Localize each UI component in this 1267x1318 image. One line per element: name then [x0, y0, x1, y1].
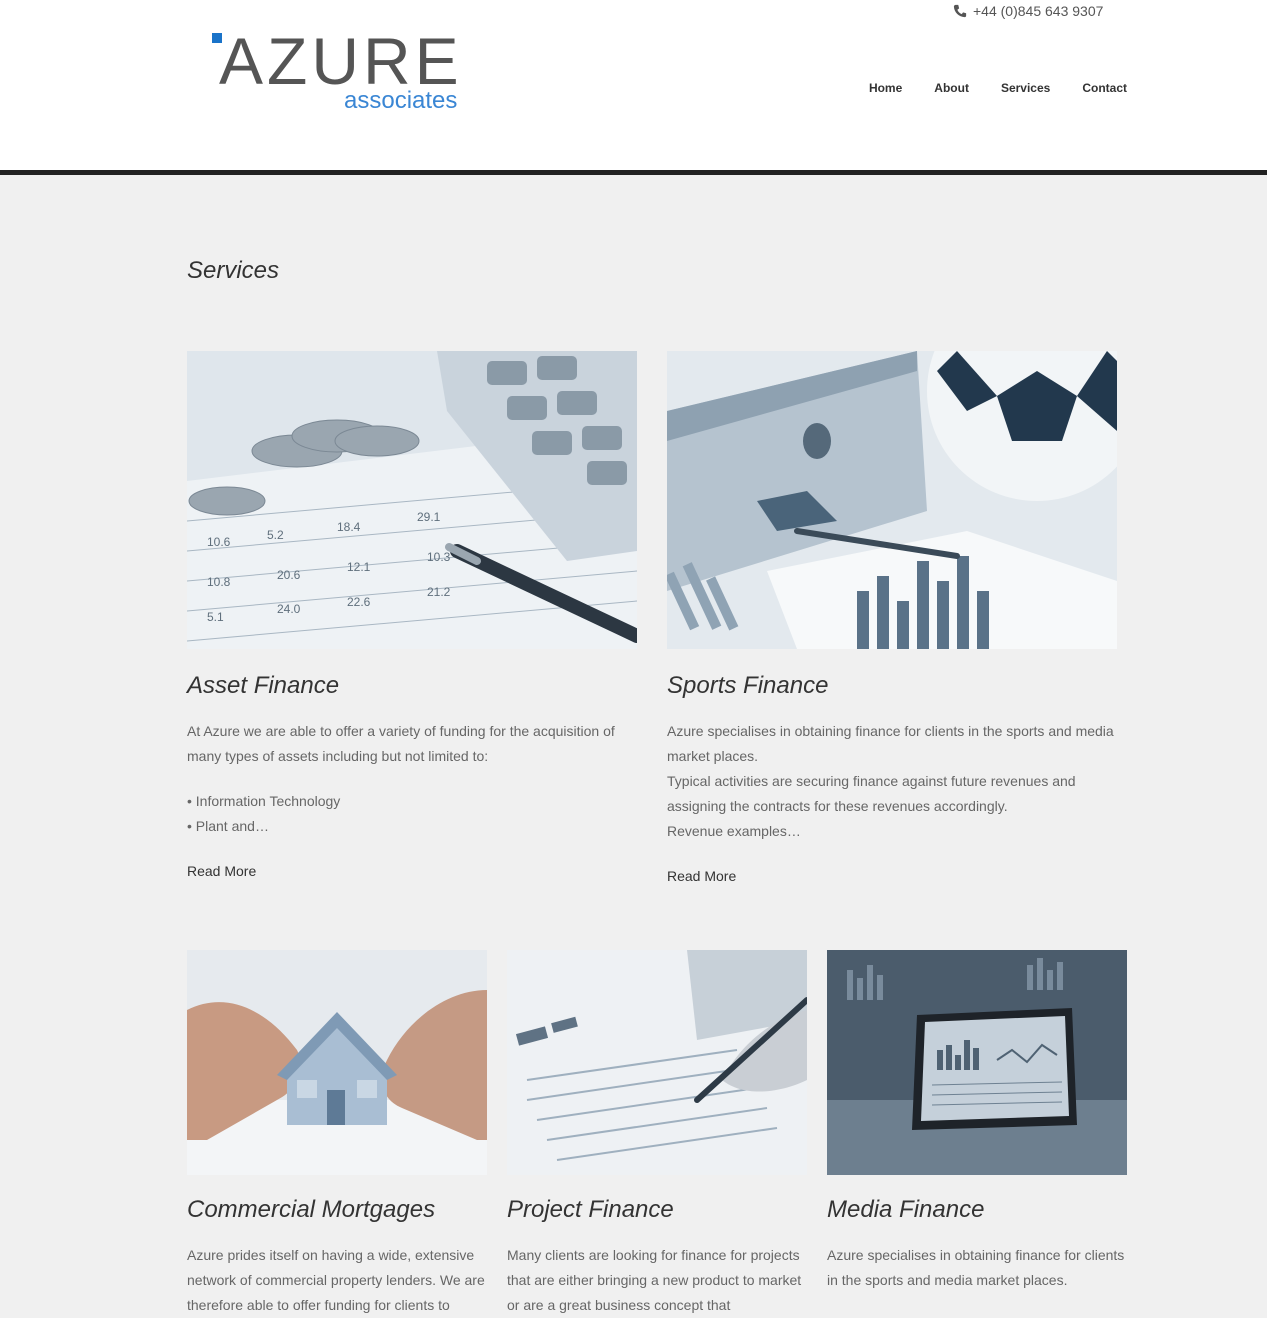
service-bullet: • Plant and… — [187, 818, 269, 834]
svg-text:24.0: 24.0 — [277, 602, 301, 616]
svg-text:12.1: 12.1 — [347, 560, 371, 574]
asset-finance-image[interactable]: 10.6 5.2 18.4 29.1 10.8 20.6 12.1 10.3 5.1 24.0… — [187, 351, 637, 649]
svg-text:5.1: 5.1 — [207, 610, 224, 624]
site-logo[interactable]: AZURE associates — [207, 26, 487, 116]
service-card-commercial-mortgages: Commercial Mortgages Azure prides itself… — [187, 950, 487, 1313]
service-card-asset-finance: 10.6 5.2 18.4 29.1 10.8 20.6 12.1 10.3 5.1 24.0… — [187, 351, 637, 891]
media-finance-image[interactable] — [827, 950, 1127, 1175]
service-description: Azure specialises in obtaining finance f… — [827, 1247, 1125, 1288]
logo-subword: associates — [344, 87, 457, 114]
sports-finance-image[interactable] — [667, 351, 1117, 649]
svg-text:5.2: 5.2 — [267, 528, 284, 542]
service-title: Sports Finance — [667, 672, 829, 699]
nav-services[interactable]: Services — [1001, 80, 1050, 96]
site-header: AZURE associates +44 (0)845 643 9307 Hom… — [0, 0, 1267, 170]
svg-text:10.6: 10.6 — [207, 535, 231, 549]
nav-home[interactable]: Home — [869, 80, 902, 96]
commercial-mortgages-image[interactable] — [187, 950, 487, 1175]
service-title: Asset Finance — [187, 672, 340, 699]
service-card-sports-finance: Sports Finance Azure specialises in obta… — [667, 351, 1127, 896]
service-title: Commercial Mortgages — [187, 1196, 436, 1223]
read-more-link[interactable]: Read More — [667, 868, 736, 884]
svg-text:22.6: 22.6 — [347, 595, 371, 609]
service-description: Revenue examples… — [667, 823, 801, 839]
service-description: At Azure we are able to offer a variety … — [187, 723, 615, 764]
service-card-project-finance: Project Finance Many clients are looking… — [507, 950, 807, 1313]
svg-text:10.8: 10.8 — [207, 575, 231, 589]
main-nav: Home About Services Contact — [837, 80, 1127, 96]
svg-text:10.3: 10.3 — [427, 550, 451, 564]
service-title: Media Finance — [827, 1196, 985, 1223]
svg-text:20.6: 20.6 — [277, 568, 301, 582]
phone-icon — [953, 4, 967, 18]
nav-about[interactable]: About — [934, 80, 969, 96]
service-description: Azure specialises in obtaining finance f… — [667, 723, 1114, 764]
header-divider — [0, 170, 1267, 175]
svg-text:29.1: 29.1 — [417, 510, 441, 524]
page-title: Services — [187, 257, 280, 284]
project-finance-image[interactable] — [507, 950, 807, 1175]
svg-text:21.2: 21.2 — [427, 585, 451, 599]
phone-number: +44 (0)845 643 9307 — [973, 3, 1104, 19]
service-description: Typical activities are securing finance … — [667, 773, 1076, 814]
nav-contact[interactable]: Contact — [1082, 80, 1127, 96]
phone-contact: +44 (0)845 643 9307 — [953, 1, 1103, 21]
read-more-link[interactable]: Read More — [187, 863, 256, 879]
service-title: Project Finance — [507, 1196, 674, 1223]
service-card-media-finance: Media Finance Azure specialises in obtai… — [827, 950, 1127, 1307]
svg-text:18.4: 18.4 — [337, 520, 361, 534]
service-bullet: • Information Technology — [187, 793, 341, 809]
